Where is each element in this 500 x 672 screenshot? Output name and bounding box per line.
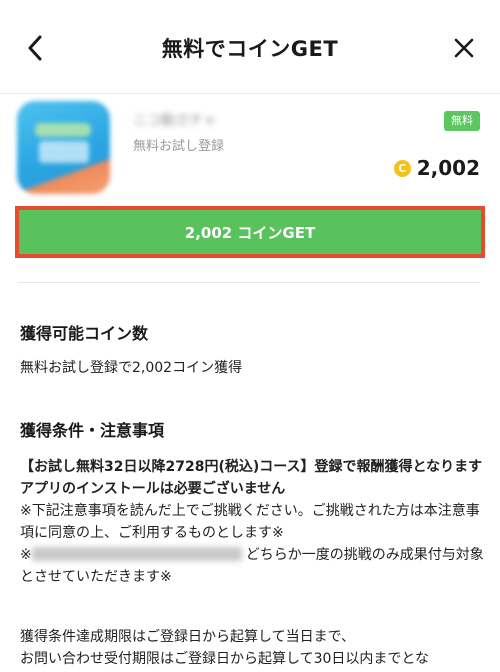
conditions-text: 【お試し無料32日以降2728円(税込)コース】登録で報酬獲得となります アプリ… (20, 456, 484, 588)
condition-once: ※ どちらか一度の挑戦のみ成果付与対象とさせていただきます※ (20, 544, 484, 588)
coins-section-title: 獲得可能コイン数 (20, 324, 149, 343)
coin-icon: C (393, 159, 411, 177)
deadline-text: 獲得条件達成期限はご登録日から起算して当日まで、 お問い合わせ受付期限はご登録日… (20, 626, 490, 670)
condition-no-install: アプリのインストールは必要ございません (20, 481, 286, 497)
offer-subtitle: 無料お試し登録 (133, 139, 225, 154)
app-name: ニコ動ガチャ (133, 113, 217, 129)
coin-amount: 2,002 (416, 156, 480, 180)
close-icon (454, 38, 474, 58)
deadline-line-2: お問い合わせ受付期限はご登録日から起算して30日以内までとな (20, 651, 429, 667)
condition-mark: ※ (20, 547, 32, 563)
coins-section-text: 無料お試し登録で2,002コイン獲得 (20, 360, 243, 376)
deadline-line-1: 獲得条件達成期限はご登録日から起算して当日まで、 (20, 629, 356, 645)
page-title: 無料でコインGET (161, 37, 339, 61)
top-bar: 無料でコインGET (0, 0, 500, 94)
condition-course: 【お試し無料32日以降2728円(税込)コース】登録で報酬獲得となります (20, 459, 483, 475)
close-button[interactable] (446, 30, 482, 66)
coin-reward: C 2,002 (393, 156, 480, 180)
redacted-text (31, 547, 242, 561)
divider (18, 282, 480, 283)
condition-notice: ※下記注意事項を読んだ上でご挑戦ください。ご挑戦された方は本注意事項に同意の上、… (20, 503, 480, 541)
free-badge: 無料 (444, 111, 480, 131)
conditions-section-title: 獲得条件・注意事項 (20, 421, 165, 440)
app-icon (17, 101, 110, 194)
get-coins-button[interactable]: 2,002 コインGET (19, 210, 481, 254)
